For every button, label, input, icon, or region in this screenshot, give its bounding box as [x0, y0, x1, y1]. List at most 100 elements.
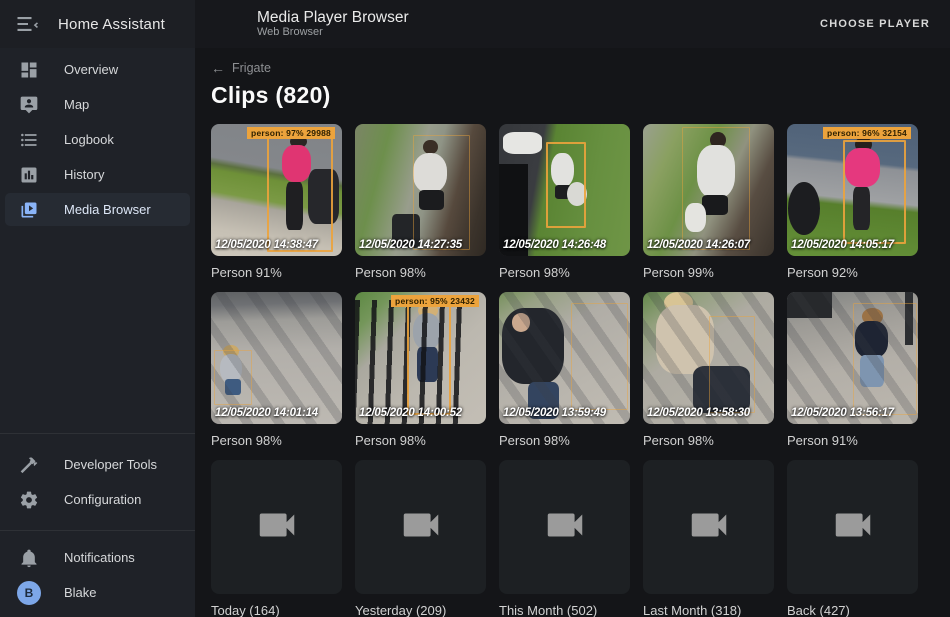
clip-thumbnail[interactable]: 12/05/2020 14:01:14	[211, 292, 342, 424]
folder-item[interactable]: This Month (502)	[499, 460, 630, 617]
clip-caption: Person 98%	[643, 433, 774, 448]
folder-thumbnail[interactable]	[787, 460, 918, 594]
clip-caption: Person 91%	[787, 433, 918, 448]
user-name: Blake	[64, 585, 97, 600]
gear-icon	[18, 489, 40, 511]
logbook-icon	[18, 129, 40, 151]
folder-thumbnail[interactable]	[355, 460, 486, 594]
sidebar-item-map[interactable]: Map	[5, 88, 190, 121]
sidebar-item-label: Map	[64, 97, 89, 112]
clip-thumbnail[interactable]: person: 95% 23432 12/05/2020 14:00:52	[355, 292, 486, 424]
detection-bbox	[214, 350, 253, 405]
clip-thumbnail[interactable]: person: 96% 32154 12/05/2020 14:05:17	[787, 124, 918, 256]
sidebar-item-label: Notifications	[64, 550, 135, 565]
detection-bbox	[407, 305, 450, 415]
folder-label: Back (427)	[787, 603, 918, 617]
sidebar-nav: Overview Map Logbook History Media Browser	[0, 48, 195, 231]
back-arrow-icon: ←	[211, 62, 225, 74]
back-link[interactable]: ← Frigate	[211, 61, 271, 75]
clip-item[interactable]: person: 96% 32154 12/05/2020 14:05:17 Pers…	[787, 124, 918, 292]
clip-thumbnail[interactable]: 12/05/2020 14:27:35	[355, 124, 486, 256]
clip-timestamp: 12/05/2020 14:27:35	[359, 239, 462, 251]
clip-timestamp: 12/05/2020 14:38:47	[215, 239, 318, 251]
folder-item[interactable]: Today (164)	[211, 460, 342, 617]
clip-timestamp: 12/05/2020 14:00:52	[359, 407, 462, 419]
menu-icon	[14, 10, 42, 38]
sidebar-item-label: Developer Tools	[64, 457, 157, 472]
sidebar-item-profile[interactable]: B Blake	[5, 576, 190, 609]
clip-caption: Person 98%	[211, 433, 342, 448]
video-camera-icon	[542, 502, 588, 553]
detection-label: person: 95% 23432	[391, 295, 479, 307]
sidebar-item-developer-tools[interactable]: Developer Tools	[5, 448, 190, 481]
clip-caption: Person 98%	[355, 433, 486, 448]
folder-thumbnail[interactable]	[211, 460, 342, 594]
folder-item[interactable]: Back (427)	[787, 460, 918, 617]
avatar: B	[17, 581, 41, 605]
folder-label: Today (164)	[211, 603, 342, 617]
clip-caption: Person 98%	[499, 265, 630, 280]
clip-item[interactable]: 12/05/2020 13:56:17 Person 91%	[787, 292, 918, 460]
sidebar-toggle-button[interactable]	[14, 10, 42, 38]
sidebar-item-label: History	[64, 167, 104, 182]
clip-thumbnail[interactable]: 12/05/2020 13:59:49	[499, 292, 630, 424]
clip-thumbnail[interactable]: 12/05/2020 14:26:48	[499, 124, 630, 256]
bell-icon	[18, 547, 40, 569]
sidebar-divider	[0, 530, 195, 531]
clip-caption: Person 98%	[499, 433, 630, 448]
folder-label: This Month (502)	[499, 603, 630, 617]
sidebar-footer-nav: Developer Tools Configuration	[0, 443, 195, 521]
video-camera-icon	[686, 502, 732, 553]
clip-thumbnail[interactable]: 12/05/2020 13:56:17	[787, 292, 918, 424]
sidebar-item-notifications[interactable]: Notifications	[5, 541, 190, 574]
detection-bbox	[267, 131, 333, 252]
sidebar-item-label: Logbook	[64, 132, 114, 147]
sidebar-item-media-browser[interactable]: Media Browser	[5, 193, 190, 226]
clip-timestamp: 12/05/2020 14:26:48	[503, 239, 606, 251]
folder-thumbnail[interactable]	[643, 460, 774, 594]
detection-label: person: 97% 29988	[247, 127, 335, 139]
detection-label: person: 96% 32154	[823, 127, 911, 139]
folder-item[interactable]: Last Month (318)	[643, 460, 774, 617]
clip-item[interactable]: 12/05/2020 14:01:14 Person 98%	[211, 292, 342, 460]
sidebar-item-overview[interactable]: Overview	[5, 53, 190, 86]
map-icon	[18, 94, 40, 116]
clip-item[interactable]: 12/05/2020 13:58:30 Person 98%	[643, 292, 774, 460]
clip-caption: Person 92%	[787, 265, 918, 280]
content: ← Frigate Clips (820) person: 97% 299881…	[195, 48, 950, 617]
clip-timestamp: 12/05/2020 14:26:07	[647, 239, 750, 251]
dashboard-icon	[18, 59, 40, 81]
detection-bbox	[413, 135, 470, 251]
clip-thumbnail[interactable]: person: 97% 29988 12/05/2020 14:38:47	[211, 124, 342, 256]
clip-timestamp: 12/05/2020 13:56:17	[791, 407, 894, 419]
clip-timestamp: 12/05/2020 13:58:30	[647, 407, 750, 419]
clip-thumbnail[interactable]: 12/05/2020 13:58:30	[643, 292, 774, 424]
clip-item[interactable]: 12/05/2020 14:27:35Person 98%	[355, 124, 486, 292]
detection-bbox	[843, 140, 906, 244]
sidebar-item-history[interactable]: History	[5, 158, 190, 191]
sidebar: Home Assistant Overview Map Logbook History…	[0, 0, 195, 617]
video-camera-icon	[398, 502, 444, 553]
app-root: Home Assistant Overview Map Logbook History…	[0, 0, 950, 617]
sidebar-item-configuration[interactable]: Configuration	[5, 483, 190, 516]
choose-player-button[interactable]: CHOOSE PLAYER	[814, 17, 936, 31]
clip-timestamp: 12/05/2020 14:05:17	[791, 239, 894, 251]
folder-label: Last Month (318)	[643, 603, 774, 617]
clip-thumbnail[interactable]: 12/05/2020 14:26:07	[643, 124, 774, 256]
clip-item[interactable]: 12/05/2020 14:26:07Person 99%	[643, 124, 774, 292]
video-camera-icon	[830, 502, 876, 553]
clip-item[interactable]: 12/05/2020 14:26:48 Person 98%	[499, 124, 630, 292]
clips-grid: person: 97% 29988 12/05/2020 14:38:47 Pers…	[211, 124, 940, 617]
clip-item[interactable]: 12/05/2020 13:59:49 Person 98%	[499, 292, 630, 460]
detection-bbox	[571, 303, 628, 411]
sidebar-item-label: Media Browser	[64, 202, 151, 217]
folder-label: Yesterday (209)	[355, 603, 486, 617]
clip-item[interactable]: person: 97% 2998812/05/2020 14:38:47Pers…	[211, 124, 342, 292]
folder-thumbnail[interactable]	[499, 460, 630, 594]
sidebar-item-logbook[interactable]: Logbook	[5, 123, 190, 156]
folder-item[interactable]: Yesterday (209)	[355, 460, 486, 617]
sidebar-spacer	[0, 231, 195, 424]
detection-bbox	[682, 127, 750, 250]
clip-item[interactable]: person: 95% 23432 12/05/2020 14:00:52 Pers…	[355, 292, 486, 460]
sidebar-header: Home Assistant	[0, 0, 195, 48]
